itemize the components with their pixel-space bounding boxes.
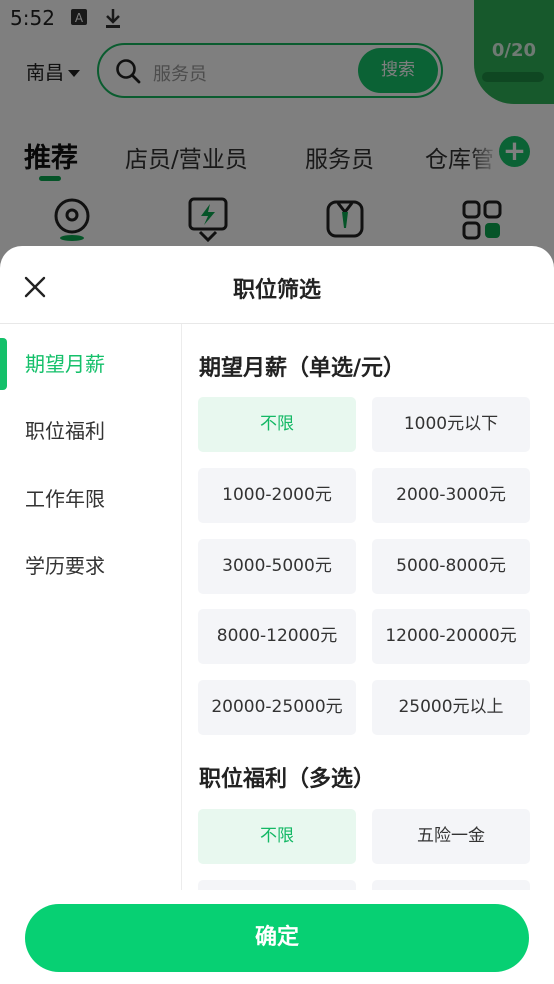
salary-option[interactable]: 12000-20000元 [372, 609, 530, 664]
confirm-button[interactable]: 确定 [25, 904, 529, 972]
nav-work-experience[interactable]: 工作年限 [0, 473, 181, 525]
benefit-option[interactable] [372, 880, 530, 890]
salary-option[interactable]: 不限 [198, 397, 356, 452]
benefit-option[interactable] [198, 880, 356, 890]
filter-category-nav: 期望月薪 职位福利 工作年限 学历要求 [0, 324, 182, 890]
filter-sheet: 职位筛选 期望月薪 职位福利 工作年限 学历要求 期望月薪（单选/元） 不限 1… [0, 246, 554, 984]
benefit-option[interactable]: 五险一金 [372, 809, 530, 864]
salary-option[interactable]: 3000-5000元 [198, 539, 356, 594]
section-title-benefits: 职位福利（多选） [199, 767, 376, 792]
sheet-title: 职位筛选 [232, 278, 321, 303]
benefit-option[interactable]: 不限 [198, 809, 356, 864]
salary-option[interactable]: 1000-2000元 [198, 468, 356, 523]
nav-education[interactable]: 学历要求 [0, 540, 181, 592]
salary-option[interactable]: 8000-12000元 [198, 609, 356, 664]
filter-options[interactable]: 期望月薪（单选/元） 不限 1000元以下 1000-2000元 2000-30… [183, 324, 554, 890]
salary-option[interactable]: 1000元以下 [372, 397, 530, 452]
nav-job-benefits[interactable]: 职位福利 [0, 405, 181, 457]
salary-option[interactable]: 5000-8000元 [372, 539, 530, 594]
sheet-header: 职位筛选 [0, 246, 554, 324]
nav-expected-salary[interactable]: 期望月薪 [0, 338, 181, 390]
salary-option[interactable]: 20000-25000元 [198, 680, 356, 735]
salary-option[interactable]: 2000-3000元 [372, 468, 530, 523]
section-title-salary: 期望月薪（单选/元） [199, 356, 406, 381]
salary-option[interactable]: 25000元以上 [372, 680, 530, 735]
